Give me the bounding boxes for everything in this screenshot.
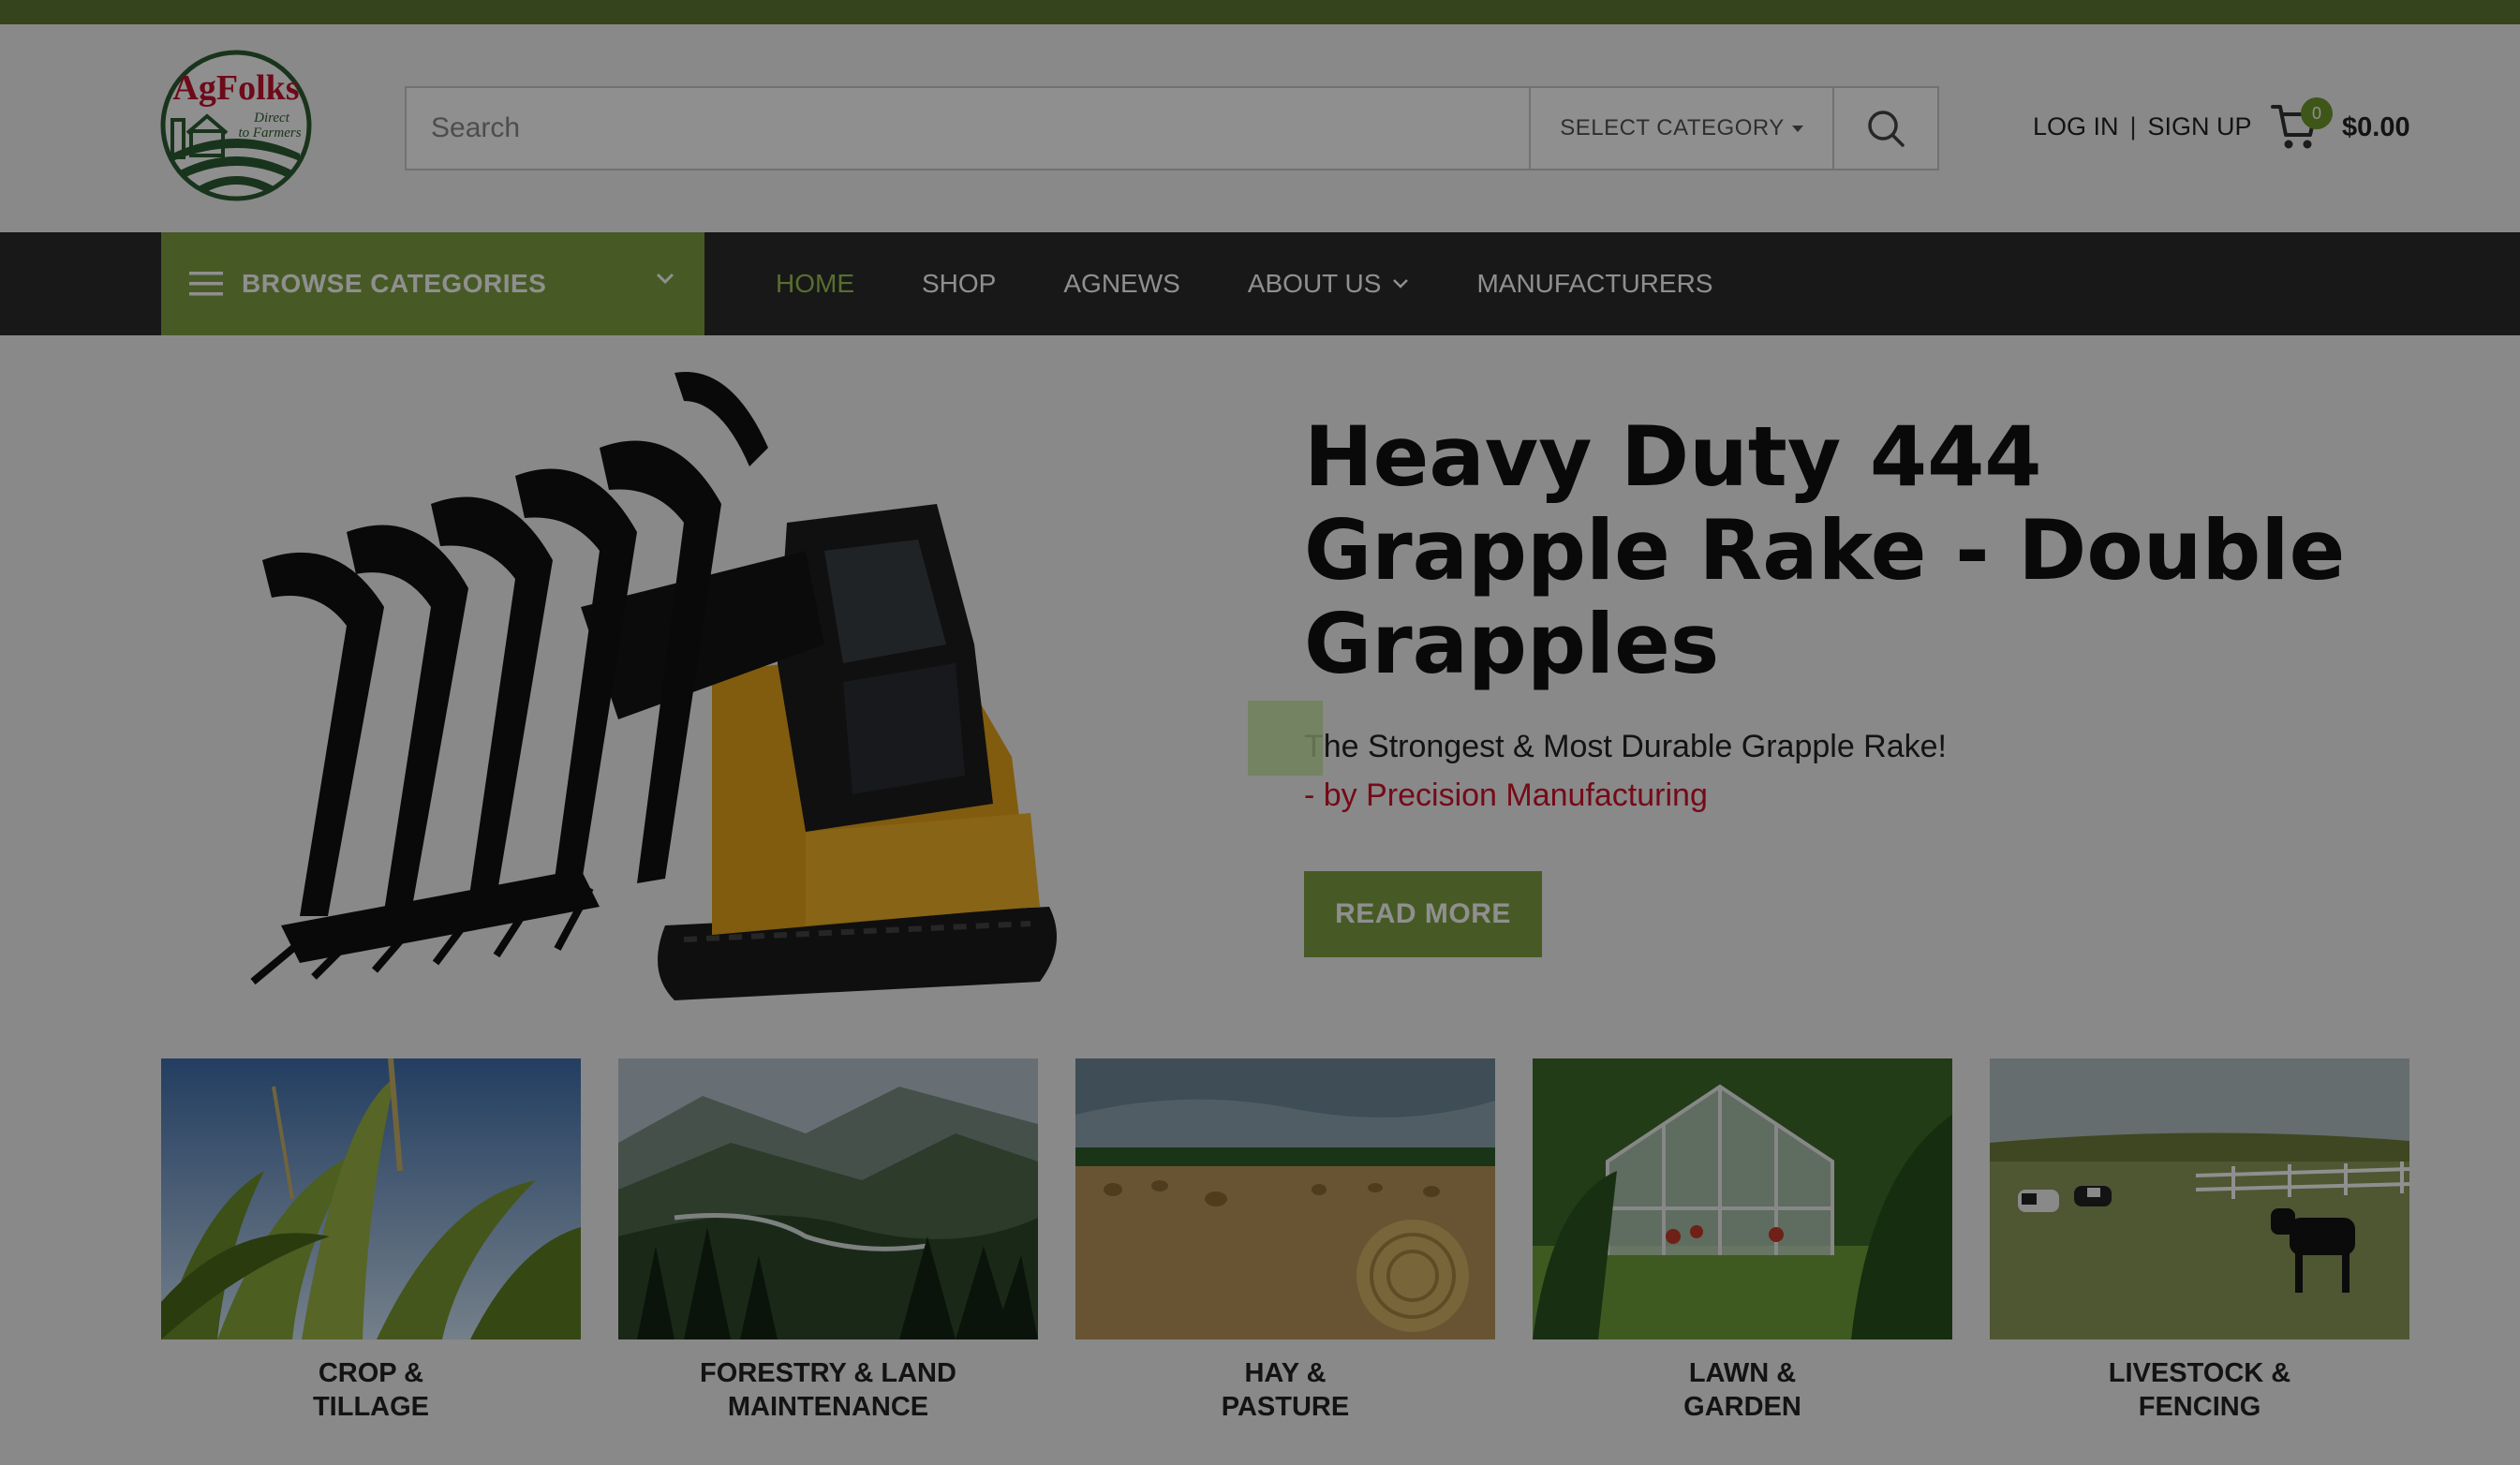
search-bar: SELECT CATEGORY	[405, 86, 1939, 170]
cart-total[interactable]: $0.00	[2342, 112, 2410, 143]
browse-categories-label: BROWSE CATEGORIES	[242, 269, 547, 298]
hero-slider: Heavy Duty 444 Grapple Rake - Double Gra…	[0, 335, 2520, 1058]
main-navbar: BROWSE CATEGORIES HOME SHOP AGNEWS ABOUT…	[0, 232, 2520, 335]
crop-tillage-image	[161, 1058, 581, 1339]
category-card-forestry[interactable]: FORESTRY & LAND MAINTENANCE	[618, 1058, 1038, 1424]
auth-separator: |	[2129, 112, 2137, 141]
search-icon	[1868, 111, 1905, 147]
svg-text:to Farmers: to Farmers	[238, 126, 301, 141]
lawn-garden-image	[1533, 1058, 1952, 1339]
category-card-livestock-fencing[interactable]: LIVESTOCK & FENCING	[1990, 1058, 2409, 1424]
category-label: CROP & TILLAGE	[312, 1358, 430, 1422]
svg-text:AgFolks: AgFolks	[172, 68, 299, 108]
cursor-highlight	[1248, 701, 1323, 776]
chevron-down-icon	[1393, 279, 1409, 289]
category-select-label: SELECT CATEGORY	[1560, 115, 1785, 141]
grapple-rake-image	[250, 372, 1057, 1000]
chevron-down-icon	[656, 273, 674, 285]
svg-text:Direct: Direct	[253, 111, 290, 126]
category-card-crop-tillage[interactable]: CROP & TILLAGE	[161, 1058, 581, 1424]
livestock-fencing-image	[1990, 1058, 2409, 1339]
signup-link[interactable]: SIGN UP	[2148, 112, 2252, 141]
category-label: FORESTRY & LAND MAINTENANCE	[700, 1358, 956, 1422]
category-label: LIVESTOCK & FENCING	[2108, 1358, 2291, 1422]
read-more-button[interactable]: READ MORE	[1304, 871, 1542, 957]
hero-byline[interactable]: - by Precision Manufacturing	[1304, 777, 1708, 814]
nav-about-us[interactable]: ABOUT US	[1248, 269, 1410, 299]
hero-subtitle: The Strongest & Most Durable Grapple Rak…	[1304, 729, 1947, 764]
category-label: LAWN & GARDEN	[1683, 1358, 1801, 1422]
hero-title: Heavy Duty 444 Grapple Rake - Double Gra…	[1304, 408, 2346, 692]
category-card-hay-pasture[interactable]: HAY & PASTURE	[1075, 1058, 1495, 1424]
site-header: AgFolks Direct to Farmers SELECT CATEGOR…	[0, 24, 2520, 232]
category-grid: CROP & TILLAGE FORESTRY & LAND MAINTENAN…	[161, 1058, 2409, 1461]
top-accent-bar	[0, 0, 2520, 24]
nav-manufacturers[interactable]: MANUFACTURERS	[1476, 269, 1712, 299]
nav-shop[interactable]: SHOP	[922, 269, 996, 299]
cart-count-badge: 0	[2301, 97, 2333, 129]
nav-home[interactable]: HOME	[776, 269, 854, 299]
caret-down-icon	[1791, 125, 1803, 132]
agfolks-logo[interactable]: AgFolks Direct to Farmers	[159, 49, 313, 202]
search-input[interactable]	[407, 88, 1529, 169]
browse-categories-button[interactable]: BROWSE CATEGORIES	[161, 232, 704, 335]
forestry-image	[618, 1058, 1038, 1339]
account-links: LOG IN | SIGN UP	[2033, 112, 2252, 141]
hay-pasture-image	[1075, 1058, 1495, 1339]
nav-agnews[interactable]: AGNEWS	[1063, 269, 1179, 299]
nav-about-us-label: ABOUT US	[1247, 269, 1382, 298]
category-card-lawn-garden[interactable]: LAWN & GARDEN	[1533, 1058, 1952, 1424]
hamburger-icon	[189, 272, 223, 296]
login-link[interactable]: LOG IN	[2033, 112, 2119, 141]
nav-links: HOME SHOP AGNEWS ABOUT US MANUFACTURERS	[776, 232, 1712, 335]
category-select[interactable]: SELECT CATEGORY	[1529, 88, 1832, 169]
search-button[interactable]	[1832, 88, 1937, 169]
category-label: HAY & PASTURE	[1221, 1358, 1350, 1422]
